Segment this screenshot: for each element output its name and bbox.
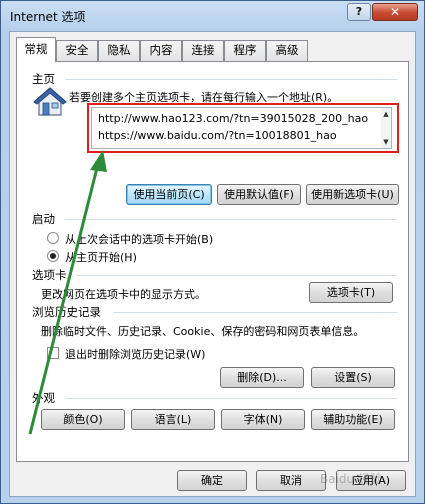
tabs-separator	[77, 275, 397, 276]
title-bar[interactable]: Internet 选项 ? ✕	[1, 1, 424, 31]
use-current-button[interactable]: 使用当前页(C)	[126, 184, 212, 205]
dialog-client: 常规 安全 隐私 内容 连接 程序 高级 主页 若要创建多个主页选项卡，请在每行…	[9, 31, 416, 497]
scroll-up-arrow-icon[interactable]: ▲	[382, 110, 390, 118]
tabs-description: 更改网页在选项卡中的显示方式。	[41, 288, 206, 301]
ok-button[interactable]: 确定	[177, 470, 247, 491]
delete-on-exit-label: 退出时删除浏览历史记录(W)	[65, 348, 206, 361]
colors-button[interactable]: 颜色(O)	[41, 409, 125, 430]
radio-start-homepage-label: 从主页开始(H)	[65, 251, 137, 264]
delete-on-exit-checkbox[interactable]	[47, 347, 59, 359]
cancel-button[interactable]: 取消	[256, 470, 326, 491]
home-icon	[33, 87, 67, 116]
tab-content[interactable]: 内容	[140, 40, 182, 61]
history-description: 删除临时文件、历史记录、Cookie、保存的密码和网页表单信息。	[41, 325, 365, 338]
tab-connections[interactable]: 连接	[182, 40, 224, 61]
homepage-url-line: http://www.hao123.com/?tn=39015028_200_h…	[98, 112, 369, 125]
textarea-scrollbar[interactable]: ▲ ▼	[381, 108, 391, 148]
internet-options-window: Internet 选项 ? ✕ 常规 安全 隐私 内容 连接 程序 高级 主页 …	[0, 0, 425, 504]
fonts-button[interactable]: 字体(N)	[221, 409, 305, 430]
use-default-button[interactable]: 使用默认值(F)	[217, 184, 301, 205]
general-tab-panel: 主页 若要创建多个主页选项卡，请在每行输入一个地址(R)。 http://www…	[16, 61, 409, 462]
scroll-down-arrow-icon[interactable]: ▼	[382, 138, 390, 146]
startup-separator	[65, 219, 397, 220]
use-new-tab-button[interactable]: 使用新选项卡(U)	[306, 184, 399, 205]
tabs-section-label: 选项卡	[32, 268, 67, 282]
radio-last-session-label: 从上次会话中的选项卡开始(B)	[65, 233, 214, 246]
languages-button[interactable]: 语言(L)	[131, 409, 215, 430]
appearance-section-label: 外观	[32, 391, 55, 405]
radio-start-homepage[interactable]	[47, 250, 59, 262]
tab-advanced[interactable]: 高级	[266, 40, 308, 61]
accessibility-button[interactable]: 辅助功能(E)	[311, 409, 395, 430]
history-settings-button[interactable]: 设置(S)	[311, 367, 395, 388]
radio-last-session[interactable]	[47, 232, 59, 244]
watermark-text: Baidu 经验	[320, 472, 382, 486]
tab-privacy[interactable]: 隐私	[98, 40, 140, 61]
delete-history-button[interactable]: 删除(D)...	[220, 367, 304, 388]
window-title: Internet 选项	[10, 10, 86, 24]
history-separator	[113, 312, 397, 313]
homepage-description: 若要创建多个主页选项卡，请在每行输入一个地址(R)。	[69, 91, 339, 104]
startup-section-label: 启动	[32, 212, 55, 226]
tab-general[interactable]: 常规	[16, 37, 56, 62]
homepage-url-line: https://www.baidu.com/?tn=10018801_hao	[98, 129, 337, 142]
help-button[interactable]: ?	[347, 3, 371, 21]
homepage-separator	[65, 79, 397, 80]
tab-programs[interactable]: 程序	[224, 40, 266, 61]
tabs-settings-button[interactable]: 选项卡(T)	[309, 282, 393, 303]
close-button[interactable]: ✕	[372, 3, 418, 21]
tab-security[interactable]: 安全	[56, 40, 98, 61]
history-section-label: 浏览历史记录	[32, 305, 101, 319]
appearance-separator	[65, 398, 397, 399]
radio-selected-dot	[50, 253, 56, 259]
homepage-urls-textarea[interactable]: http://www.hao123.com/?tn=39015028_200_h…	[91, 107, 392, 149]
